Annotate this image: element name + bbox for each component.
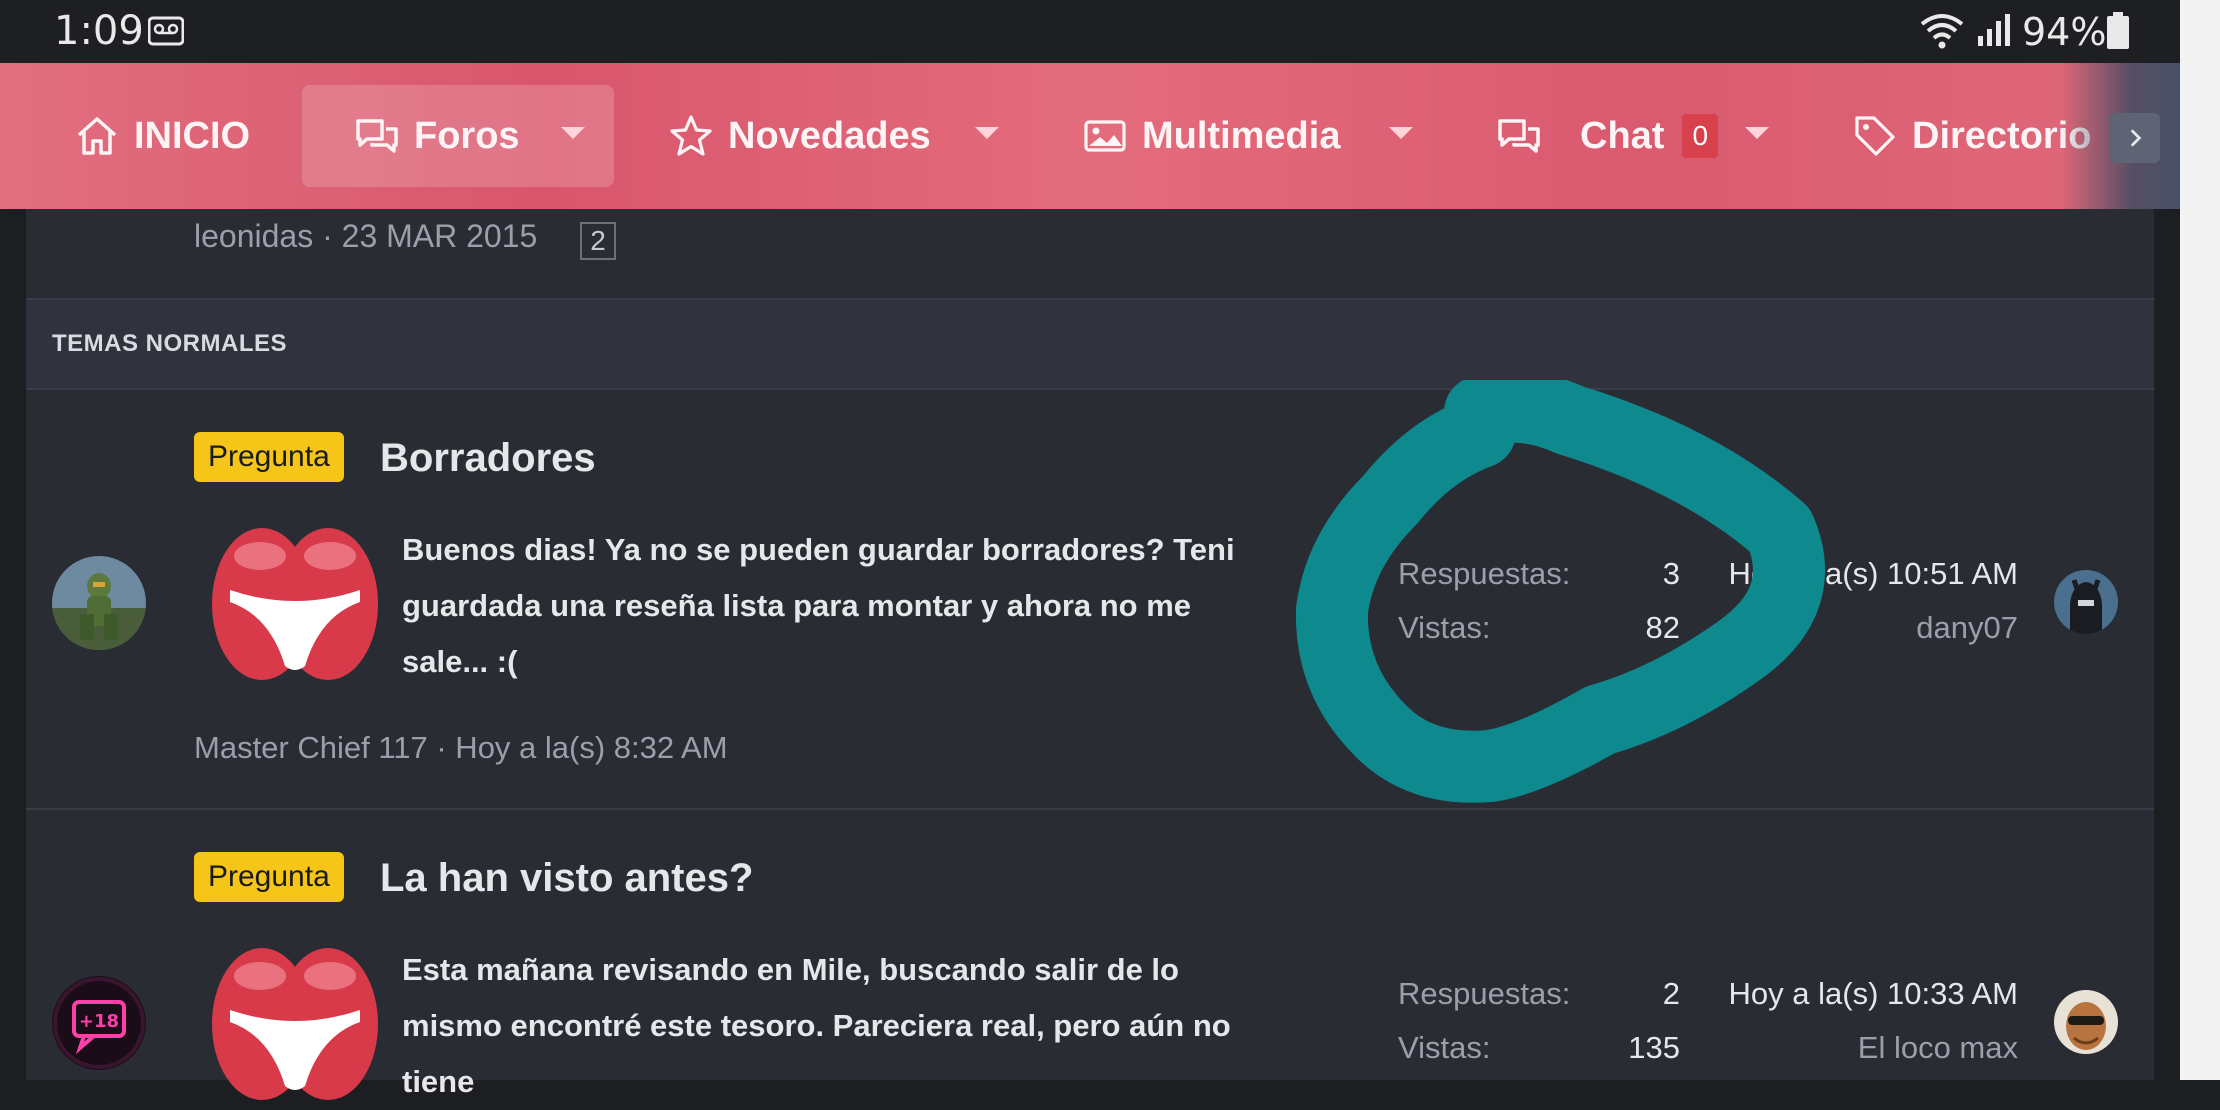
- main-navigation: INICIO Foros Novedades Multimedia Chat 0: [0, 63, 2180, 209]
- last-post-user[interactable]: dany07: [1618, 610, 2018, 646]
- nav-item-directorio[interactable]: Directorio: [1852, 85, 2091, 187]
- chat-count-badge: 0: [1682, 114, 1719, 158]
- svg-text:+18: +18: [79, 1011, 119, 1032]
- wifi-icon: [1920, 14, 1964, 49]
- nav-label: Novedades: [728, 114, 931, 157]
- replies-label: Respuestas:: [1398, 976, 1571, 1011]
- status-time: 1:09: [54, 8, 144, 54]
- nav-item-multimedia[interactable]: Multimedia: [1082, 85, 1340, 187]
- section-header: TEMAS NORMALES: [26, 298, 2154, 390]
- last-poster-avatar[interactable]: [2054, 990, 2118, 1054]
- last-post-time[interactable]: Hoy a la(s) 10:51 AM: [1618, 556, 2018, 592]
- views-label: Vistas:: [1398, 610, 1491, 645]
- chat-bubbles-icon: [356, 119, 398, 153]
- thread-thumbnail: [212, 528, 378, 680]
- signal-icon: [1978, 14, 2010, 46]
- image-icon: [1084, 120, 1126, 152]
- thread-row[interactable]: +18 Pregunta La han visto antes? Esta ma…: [26, 810, 2154, 1100]
- battery-icon: [2107, 12, 2129, 49]
- snippet-line: tiene: [402, 1064, 475, 1099]
- star-icon: [670, 115, 712, 156]
- snippet-line: mismo encontré este tesoro. Pareciera re…: [402, 1008, 1231, 1043]
- multimedia-dropdown-caret[interactable]: [1389, 127, 1413, 139]
- nav-label: Chat: [1580, 114, 1665, 157]
- battery-percent: 94%: [2022, 10, 2107, 54]
- thread-row[interactable]: Pregunta Borradores Buenos dias! Ya no s…: [26, 390, 2154, 810]
- tag-icon: [1855, 116, 1895, 156]
- thread-title[interactable]: La han visto antes?: [380, 856, 753, 901]
- avatar-image: [52, 556, 146, 650]
- views-label: Vistas:: [1398, 1030, 1491, 1065]
- thread-prefix[interactable]: Pregunta: [194, 432, 344, 482]
- avatar-image: [2054, 570, 2118, 634]
- user-avatar[interactable]: [52, 556, 146, 650]
- snippet-line: Esta mañana revisando en Mile, buscando …: [402, 952, 1179, 987]
- home-icon: [77, 117, 117, 155]
- page-jump-link[interactable]: 2: [580, 222, 616, 260]
- nav-item-inicio[interactable]: INICIO: [74, 85, 250, 187]
- chevron-right-icon: [2130, 129, 2142, 147]
- status-bar: 1:09 94%: [0, 0, 2180, 63]
- thread-title[interactable]: Borradores: [380, 436, 596, 481]
- last-poster-avatar[interactable]: [2054, 570, 2118, 634]
- nav-label: Foros: [414, 114, 520, 157]
- thread-thumbnail: [212, 948, 378, 1100]
- foros-dropdown-caret[interactable]: [561, 127, 585, 139]
- chat-bubbles-icon: [1498, 119, 1540, 153]
- user-avatar[interactable]: +18: [52, 976, 146, 1070]
- nav-scroll-right-button[interactable]: [2110, 113, 2160, 163]
- nav-label: INICIO: [134, 114, 251, 157]
- nav-item-chat[interactable]: Chat 0: [1496, 85, 1719, 187]
- replies-label: Respuestas:: [1398, 556, 1571, 591]
- thread-prefix[interactable]: Pregunta: [194, 852, 344, 902]
- chat-dropdown-caret[interactable]: [1745, 127, 1769, 139]
- last-post-user[interactable]: El loco max: [1618, 1030, 2018, 1066]
- screen-edge: [2180, 0, 2220, 1080]
- page-gutter-right: [2154, 209, 2180, 1080]
- thread-snippet: Esta mañana revisando en Mile, buscando …: [402, 942, 1302, 1110]
- snippet-line: Buenos dias! Ya no se pueden guardar bor…: [402, 532, 1235, 567]
- novedades-dropdown-caret[interactable]: [975, 127, 999, 139]
- avatar-image: +18: [52, 976, 146, 1070]
- nav-item-novedades[interactable]: Novedades: [668, 85, 931, 187]
- thread-starter-meta[interactable]: Master Chief 117 · Hoy a la(s) 8:32 AM: [194, 730, 728, 766]
- last-post-time[interactable]: Hoy a la(s) 10:33 AM: [1618, 976, 2018, 1012]
- snippet-line: guardada una reseña lista para montar y …: [402, 588, 1192, 623]
- voicemail-icon: [148, 16, 184, 46]
- page-gutter-left: [0, 209, 26, 1080]
- previous-thread-meta[interactable]: leonidas · 23 MAR 2015: [194, 218, 537, 255]
- nav-label: Multimedia: [1142, 114, 1341, 157]
- snippet-line: sale... :(: [402, 644, 518, 679]
- thread-snippet: Buenos dias! Ya no se pueden guardar bor…: [402, 522, 1302, 690]
- section-title: TEMAS NORMALES: [52, 330, 287, 357]
- avatar-image: [2054, 990, 2118, 1054]
